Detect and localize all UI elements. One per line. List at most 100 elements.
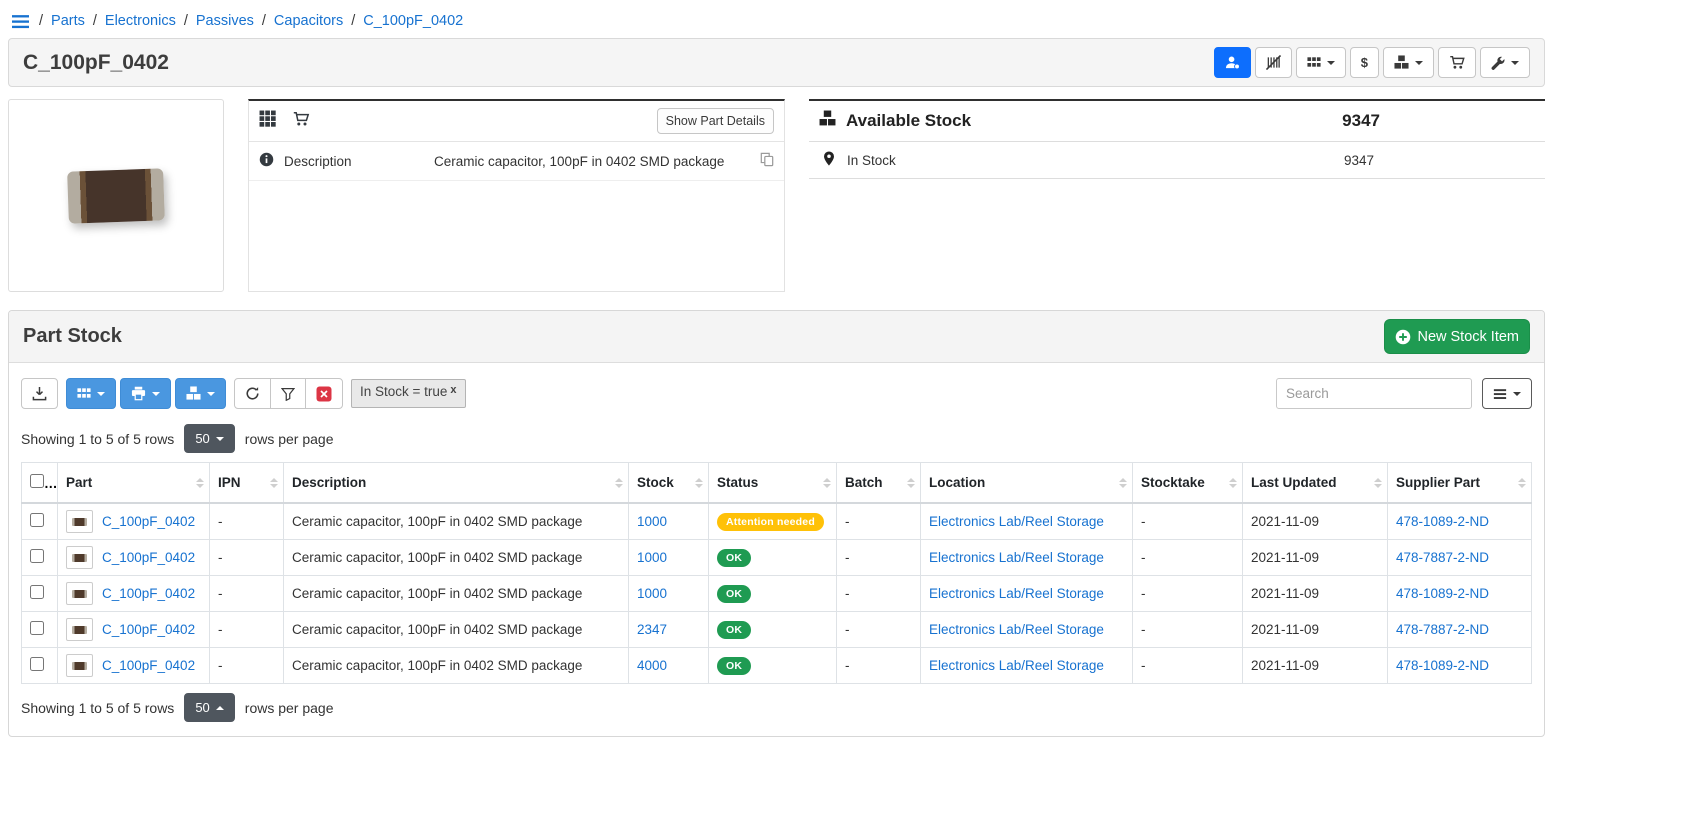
stock-options-dropdown-button[interactable] (175, 378, 226, 409)
show-part-details-button[interactable]: Show Part Details (657, 108, 774, 134)
page-size-dropdown[interactable]: 50 (184, 424, 234, 453)
status-badge: OK (717, 621, 751, 639)
column-header-stocktake[interactable]: Stocktake (1133, 463, 1243, 504)
sort-icon (907, 478, 915, 488)
cart-icon (292, 111, 310, 132)
part-link[interactable]: C_100pF_0402 (102, 622, 195, 637)
breadcrumb: / Parts / Electronics / Passives / Capac… (8, 6, 1545, 38)
columns-dropdown-button[interactable] (66, 378, 116, 409)
location-link[interactable]: Electronics Lab/Reel Storage (929, 514, 1104, 529)
row-checkbox[interactable] (30, 657, 44, 671)
description-cell: Ceramic capacitor, 100pF in 0402 SMD pac… (284, 576, 629, 612)
part-thumbnail[interactable] (66, 546, 93, 569)
ipn-cell: - (210, 648, 284, 684)
print-dropdown-button[interactable] (120, 378, 171, 409)
clear-filters-button[interactable] (305, 378, 343, 409)
location-link[interactable]: Electronics Lab/Reel Storage (929, 550, 1104, 565)
sort-icon (615, 478, 623, 488)
stock-link[interactable]: 2347 (637, 622, 667, 637)
part-link[interactable]: C_100pF_0402 (102, 514, 195, 529)
breadcrumb-link-electronics[interactable]: Electronics (105, 13, 176, 29)
breadcrumb-separator: / (39, 13, 43, 29)
column-header-last-updated[interactable]: Last Updated (1243, 463, 1388, 504)
export-button[interactable] (21, 378, 58, 409)
column-header-supplier-part[interactable]: Supplier Part (1388, 463, 1532, 504)
subscribe-button[interactable] (1214, 47, 1251, 78)
stock-actions-button[interactable] (1383, 47, 1434, 78)
part-actions-button[interactable] (1480, 47, 1530, 78)
column-header-ipn[interactable]: IPN (210, 463, 284, 504)
filter-button[interactable] (270, 378, 306, 409)
supplier-part-link[interactable]: 478-7887-2-ND (1396, 550, 1489, 565)
column-header-part[interactable]: Part (58, 463, 210, 504)
order-button[interactable] (1438, 47, 1476, 78)
last-updated-cell: 2021-11-09 (1243, 576, 1388, 612)
part-thumbnail[interactable] (66, 618, 93, 641)
showing-rows-text: Showing 1 to 5 of 5 rows (21, 700, 174, 716)
copy-icon[interactable] (760, 152, 774, 170)
refresh-button[interactable] (234, 378, 271, 409)
search-input[interactable] (1276, 378, 1472, 409)
part-image[interactable] (8, 99, 224, 292)
description-cell: Ceramic capacitor, 100pF in 0402 SMD pac… (284, 503, 629, 540)
part-thumbnail[interactable] (66, 582, 93, 605)
row-checkbox[interactable] (30, 513, 44, 527)
status-badge: OK (717, 549, 751, 567)
row-checkbox[interactable] (30, 549, 44, 563)
page-size-dropdown[interactable]: 50 (184, 693, 234, 722)
supplier-part-link[interactable]: 478-1089-2-ND (1396, 514, 1489, 529)
breadcrumb-separator: / (262, 13, 266, 29)
column-header-batch[interactable]: Batch (837, 463, 921, 504)
stock-link[interactable]: 1000 (637, 514, 667, 529)
breadcrumb-separator: / (351, 13, 355, 29)
barcode-actions-button[interactable] (1255, 47, 1292, 78)
stock-table-toolbar: In Stock = true x (9, 363, 1544, 415)
breadcrumb-link-capacitors[interactable]: Capacitors (274, 13, 343, 29)
grid-icon (259, 110, 276, 132)
supplier-part-link[interactable]: 478-1089-2-ND (1396, 658, 1489, 673)
location-link[interactable]: Electronics Lab/Reel Storage (929, 586, 1104, 601)
capacitor-image (72, 590, 87, 598)
status-badge: Attention needed (717, 513, 824, 531)
capacitor-image (72, 554, 87, 562)
rows-per-page-text: rows per page (245, 700, 334, 716)
pricing-button[interactable]: $ (1350, 47, 1379, 78)
description-label: Description (284, 154, 424, 169)
location-link[interactable]: Electronics Lab/Reel Storage (929, 658, 1104, 673)
breadcrumb-link-current-part[interactable]: C_100pF_0402 (363, 13, 463, 29)
row-checkbox[interactable] (30, 585, 44, 599)
stock-link[interactable]: 1000 (637, 550, 667, 565)
table-action-buttons (66, 378, 226, 409)
remove-filter-icon[interactable]: x (450, 384, 456, 397)
new-stock-item-button[interactable]: New Stock Item (1384, 319, 1530, 354)
part-thumbnail[interactable] (66, 510, 93, 533)
column-header-description[interactable]: Description (284, 463, 629, 504)
part-link[interactable]: C_100pF_0402 (102, 658, 195, 673)
table-view-button[interactable] (1482, 378, 1532, 409)
batch-cell: - (837, 648, 921, 684)
supplier-part-link[interactable]: 478-1089-2-ND (1396, 586, 1489, 601)
stock-link[interactable]: 4000 (637, 658, 667, 673)
table-row: C_100pF_0402 - Ceramic capacitor, 100pF … (22, 648, 1532, 684)
plus-circle-icon (1395, 329, 1411, 345)
location-link[interactable]: Electronics Lab/Reel Storage (929, 622, 1104, 637)
barcode-slash-icon (1266, 55, 1281, 70)
part-link[interactable]: C_100pF_0402 (102, 550, 195, 565)
chevron-down-icon (97, 392, 105, 396)
description-cell: Ceramic capacitor, 100pF in 0402 SMD pac… (284, 540, 629, 576)
stock-link[interactable]: 1000 (637, 586, 667, 601)
breadcrumb-link-passives[interactable]: Passives (196, 13, 254, 29)
column-header-stock[interactable]: Stock (629, 463, 709, 504)
supplier-part-link[interactable]: 478-7887-2-ND (1396, 622, 1489, 637)
part-thumbnail[interactable] (66, 654, 93, 677)
column-header-location[interactable]: Location (921, 463, 1133, 504)
part-link[interactable]: C_100pF_0402 (102, 586, 195, 601)
breadcrumb-link-parts[interactable]: Parts (51, 13, 85, 29)
print-actions-button[interactable] (1296, 47, 1346, 78)
select-all-checkbox[interactable] (30, 474, 44, 488)
row-checkbox[interactable] (30, 621, 44, 635)
part-overview: Show Part Details Description Ceramic ca… (8, 99, 1545, 292)
column-header-status[interactable]: Status (709, 463, 837, 504)
menu-icon[interactable] (12, 14, 29, 29)
capacitor-image (72, 518, 87, 526)
